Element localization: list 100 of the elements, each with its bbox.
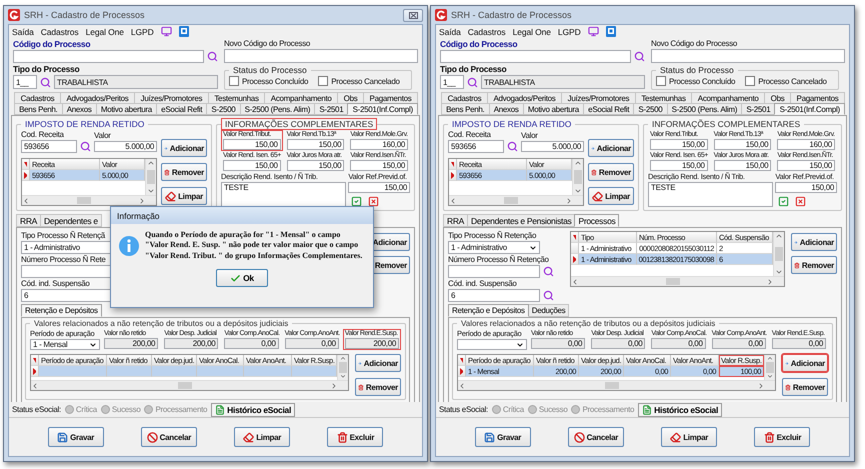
arrow-down-icon[interactable] [339, 373, 347, 380]
tab[interactable]: Pagamentos [790, 92, 846, 104]
menu-item[interactable]: Cadastros [40, 26, 79, 36]
tab[interactable]: Cadastros [14, 92, 61, 104]
number-field[interactable]: 160,00 [350, 139, 408, 150]
number-field[interactable]: 200,00 [344, 338, 399, 349]
arrow-down-icon[interactable] [147, 187, 155, 195]
checkmark-icon[interactable] [351, 196, 362, 207]
search-icon[interactable] [207, 51, 218, 62]
input-field[interactable] [21, 265, 113, 278]
save-button[interactable]: Gravar [48, 427, 104, 447]
number-field[interactable]: 200,00 [164, 338, 218, 349]
scroll-thumb[interactable] [147, 170, 155, 184]
arrow-right-icon[interactable] [138, 196, 146, 204]
number-field[interactable]: 150,00 [714, 160, 772, 171]
tab[interactable]: Juízes/Promotores [561, 92, 636, 104]
arrow-left-icon[interactable] [458, 382, 466, 390]
search-icon[interactable] [80, 141, 91, 152]
tab[interactable]: Cadastros [441, 92, 488, 104]
tab[interactable]: S-2501 [741, 103, 776, 115]
menu-item[interactable]: Saída [439, 26, 461, 36]
search-icon[interactable] [467, 76, 478, 88]
dropdown[interactable]: 1 - Administrativo [448, 241, 540, 254]
tab[interactable]: eSocial Refit [156, 103, 208, 115]
arrow-left-icon[interactable] [31, 382, 39, 390]
tab[interactable]: Retenção e Depósitos [448, 304, 529, 317]
vertical-scrollbar[interactable] [572, 159, 583, 195]
checkbox[interactable] [229, 76, 239, 86]
clear-button[interactable]: Limpar [234, 427, 290, 447]
number-field[interactable]: 150,00 [286, 160, 344, 171]
arrow-right-icon[interactable] [766, 278, 774, 286]
input-field[interactable] [224, 49, 418, 63]
checkbox[interactable] [318, 76, 328, 86]
number-field[interactable]: 0,00 [591, 338, 646, 349]
tab[interactable]: Juízes/Promotores [134, 92, 209, 104]
search-icon[interactable] [543, 266, 554, 277]
scroll-thumb[interactable] [775, 247, 783, 261]
number-field[interactable]: 200,00 [104, 338, 158, 349]
tab[interactable]: Bens Penh. [441, 103, 490, 115]
tab[interactable]: Retenção e Depósitos [21, 304, 102, 317]
scroll-thumb[interactable] [574, 170, 582, 184]
input-field[interactable]: 593656 [21, 140, 77, 153]
tab[interactable]: S-2500 (Pens. Alim) [240, 103, 316, 115]
cancel-button[interactable]: Cancelar [140, 427, 197, 447]
number-field[interactable]: 160,00 [777, 139, 835, 150]
arrow-left-icon[interactable] [449, 196, 457, 204]
clear-button[interactable]: Limpar [588, 187, 634, 205]
scroll-thumb[interactable] [604, 382, 618, 389]
arrow-right-icon[interactable] [757, 382, 765, 390]
vertical-scrollbar[interactable] [773, 232, 784, 276]
remove-button[interactable]: Remover [355, 378, 401, 396]
number-field[interactable]: 150,00 [650, 160, 708, 171]
tab[interactable]: Motivo abertura [522, 103, 584, 115]
text-area[interactable]: TESTE [648, 182, 774, 207]
number-field[interactable]: 5.000,00 [94, 141, 157, 152]
number-field[interactable]: 150,00 [286, 139, 344, 150]
search-icon[interactable] [40, 76, 51, 88]
menu-item[interactable]: Legal One [512, 26, 551, 36]
delete-button[interactable]: Excluir [327, 427, 384, 447]
input-field[interactable]: 593656 [448, 140, 504, 153]
tab[interactable]: RRA [16, 214, 42, 227]
search-icon[interactable] [507, 141, 518, 152]
tab[interactable]: Processos [574, 214, 620, 227]
tab[interactable]: Deduções [528, 304, 570, 317]
number-field[interactable]: 0,00 [531, 338, 586, 349]
cancel-button[interactable]: Cancelar [568, 427, 624, 447]
dropdown[interactable]: 1 - Mensal [30, 339, 100, 350]
delete-button[interactable]: Excluir [754, 427, 810, 447]
arrow-down-icon[interactable] [775, 268, 783, 276]
checkbox[interactable] [656, 76, 666, 86]
number-field[interactable]: 0,00 [712, 338, 766, 349]
arrow-left-icon[interactable] [571, 278, 579, 286]
scroll-thumb[interactable] [666, 278, 680, 285]
number-field[interactable]: 0,00 [651, 338, 706, 349]
vertical-scrollbar[interactable] [764, 355, 775, 380]
scroll-thumb[interactable] [77, 197, 91, 204]
number-field[interactable]: 0,00 [224, 338, 279, 349]
clear-button[interactable]: Limpar [661, 427, 718, 447]
tab[interactable]: S-2500 [206, 103, 241, 115]
remove-button[interactable]: Remover [588, 163, 634, 181]
arrow-right-icon[interactable] [565, 196, 573, 204]
tab[interactable]: Acompanhamento [691, 92, 766, 104]
tab[interactable]: Anexos [488, 103, 524, 115]
tab[interactable]: Dependentes e [40, 214, 102, 227]
arrow-down-icon[interactable] [574, 187, 582, 195]
arrow-up-icon[interactable] [147, 159, 155, 167]
horizontal-scrollbar[interactable] [571, 276, 784, 286]
input-field[interactable] [448, 265, 540, 278]
arrow-up-icon[interactable] [339, 355, 347, 362]
horizontal-scrollbar[interactable] [449, 195, 583, 205]
clear-button[interactable]: Limpar [161, 187, 207, 205]
arrow-left-icon[interactable] [22, 196, 30, 204]
arrow-down-icon[interactable] [766, 373, 774, 380]
scroll-thumb[interactable] [339, 362, 347, 374]
number-field[interactable]: 0,00 [772, 338, 826, 349]
close-button[interactable] [403, 8, 423, 22]
arrow-up-icon[interactable] [574, 159, 582, 167]
number-field[interactable]: 150,00 [775, 182, 837, 193]
add-button[interactable]: Adicionar [355, 354, 401, 372]
ok-button[interactable]: Ok [216, 269, 268, 288]
